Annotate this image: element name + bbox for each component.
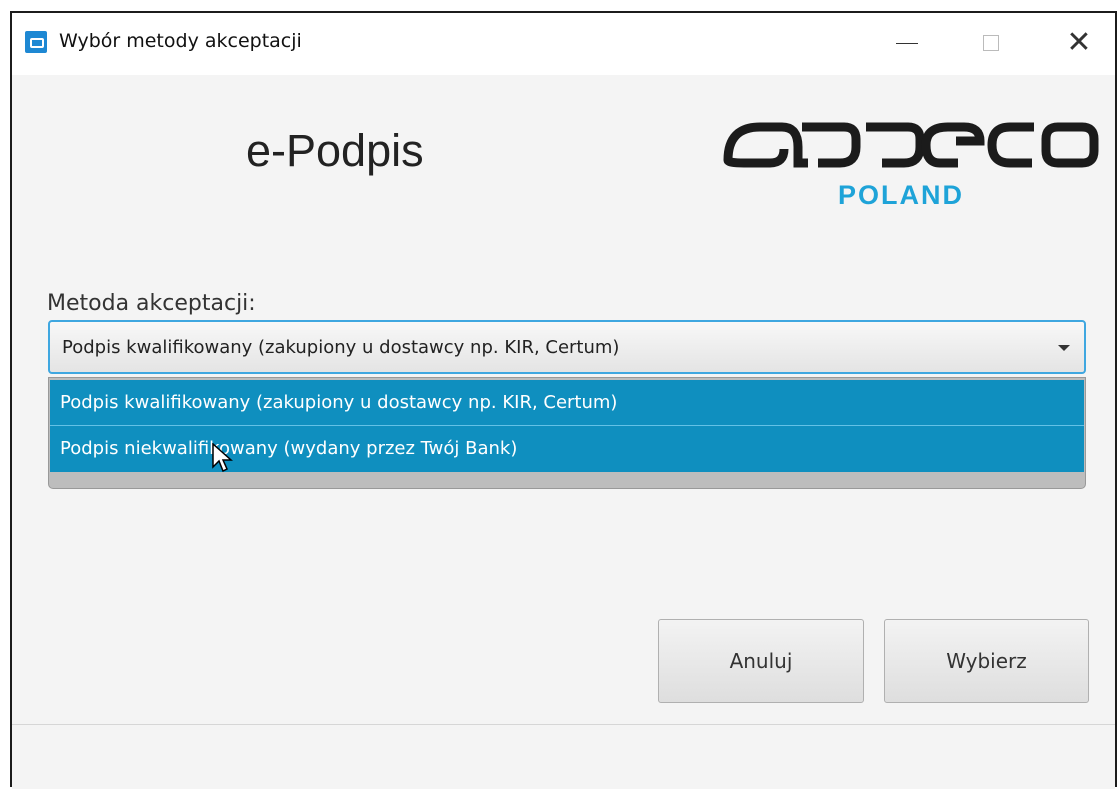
dialog-window: Wybór metody akceptacji ✕ e-Podpis POLAN… [10, 11, 1117, 789]
combobox-selected-value: Podpis kwalifikowany (zakupiony u dostaw… [62, 337, 620, 358]
dropdown-option-unqualified[interactable]: Podpis niekwalifikowany (wydany przez Tw… [50, 426, 1084, 472]
page-title: e-Podpis [246, 125, 424, 176]
dropdown-list: Podpis kwalifikowany (zakupiony u dostaw… [48, 377, 1086, 489]
close-button[interactable]: ✕ [1056, 21, 1102, 65]
minimize-button[interactable] [884, 21, 930, 65]
footer-area [12, 725, 1115, 789]
close-icon: ✕ [1066, 25, 1092, 60]
method-label: Metoda akceptacji: [47, 291, 256, 316]
mouse-cursor-icon [212, 443, 233, 473]
chevron-down-icon [1058, 345, 1070, 351]
maximize-button[interactable] [968, 21, 1014, 65]
dropdown-option-qualified[interactable]: Podpis kwalifikowany (zakupiony u dostaw… [50, 380, 1084, 426]
cancel-button[interactable]: Anuluj [658, 619, 864, 703]
method-combobox[interactable]: Podpis kwalifikowany (zakupiony u dostaw… [48, 320, 1086, 374]
window-title: Wybór metody akceptacji [59, 30, 302, 52]
logo-subtitle: POLAND [838, 180, 964, 210]
maximize-icon [983, 35, 999, 51]
app-icon [25, 31, 47, 53]
minimize-icon [896, 42, 918, 44]
title-bar: Wybór metody akceptacji ✕ [12, 13, 1115, 75]
select-button[interactable]: Wybierz [884, 619, 1089, 703]
